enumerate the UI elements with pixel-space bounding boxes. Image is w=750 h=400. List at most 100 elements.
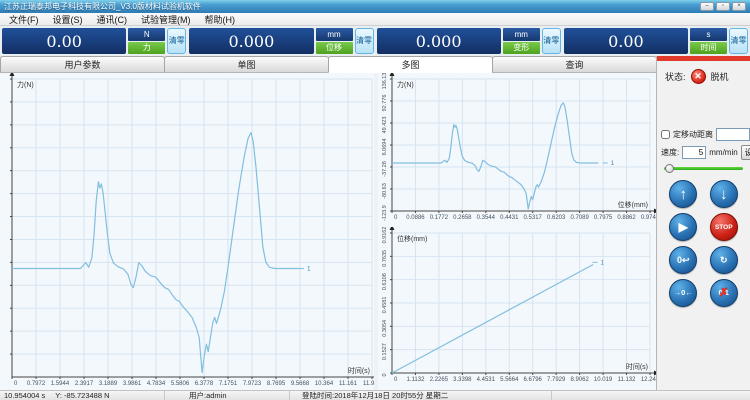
slider-thumb[interactable] bbox=[665, 164, 674, 173]
svg-text:时间(s): 时间(s) bbox=[348, 366, 370, 375]
svg-text:3.1889: 3.1889 bbox=[99, 381, 118, 387]
svg-text:0.7975: 0.7975 bbox=[594, 215, 613, 221]
svg-text:0.4581: 0.4581 bbox=[382, 297, 388, 314]
menu-item-test-manage[interactable]: 试验管理(M) bbox=[134, 13, 198, 26]
svg-text:0.7635: 0.7635 bbox=[382, 250, 388, 267]
svg-text:136.13: 136.13 bbox=[382, 73, 388, 89]
tab-user-params[interactable]: 用户参数 bbox=[0, 56, 165, 73]
force-displacement-chart[interactable]: 00.08860.17720.26580.35440.44310.53170.6… bbox=[378, 73, 656, 227]
displacement-time-chart[interactable]: 01.11322.22653.33984.45315.56646.67967.7… bbox=[378, 227, 656, 390]
jog-down-button[interactable]: ↓ bbox=[710, 180, 738, 208]
clear-displacement-button[interactable]: 清零 bbox=[355, 28, 374, 54]
svg-text:-37.28: -37.28 bbox=[382, 161, 388, 177]
time-value: 0.00 bbox=[564, 28, 688, 54]
displacement-value: 0.000 bbox=[189, 28, 313, 54]
return-zero-icon: 0↩ bbox=[677, 256, 690, 265]
svg-text:位移(mm): 位移(mm) bbox=[397, 234, 427, 243]
svg-text:0.8862: 0.8862 bbox=[617, 215, 636, 221]
window-controls: – ▫ × bbox=[700, 2, 746, 11]
status-label: 状态: bbox=[665, 70, 686, 83]
tab-bar: 用户参数 单图 多图 查询 bbox=[0, 56, 656, 73]
svg-text:位移(mm): 位移(mm) bbox=[618, 200, 648, 209]
maximize-button[interactable]: ▫ bbox=[716, 2, 730, 11]
app-window: 江苏正瑞泰邦电子科技有限公司_V3.0版材料试验机软件 – ▫ × 文件(F) … bbox=[0, 0, 750, 400]
svg-text:力(N): 力(N) bbox=[397, 80, 414, 89]
readout-row: 0.00 N 力 清零 0.000 mm 位移 清零 0.000 mm 变形 清… bbox=[0, 26, 750, 56]
svg-text:4.7834: 4.7834 bbox=[147, 381, 166, 387]
deformation-value: 0.000 bbox=[377, 28, 501, 54]
fixed-distance-checkbox[interactable] bbox=[661, 130, 670, 139]
cycle-icon: ↻ bbox=[720, 256, 728, 265]
stop-button[interactable]: STOP bbox=[710, 213, 738, 241]
statusbar-spacer bbox=[552, 391, 750, 400]
svg-text:1.5944: 1.5944 bbox=[51, 381, 70, 387]
svg-text:10.019: 10.019 bbox=[594, 377, 613, 383]
force-unit: N bbox=[128, 28, 165, 41]
svg-text:11.132: 11.132 bbox=[618, 377, 637, 383]
set-speed-button[interactable]: 设定 bbox=[741, 145, 750, 160]
svg-text:0.1772: 0.1772 bbox=[430, 215, 449, 221]
center-zero-button[interactable]: →0← bbox=[669, 279, 697, 307]
close-button[interactable]: × bbox=[732, 2, 746, 11]
svg-text:3.9861: 3.9861 bbox=[123, 381, 142, 387]
svg-text:7.7929: 7.7929 bbox=[547, 377, 566, 383]
svg-text:5.5806: 5.5806 bbox=[171, 381, 190, 387]
svg-text:0.4431: 0.4431 bbox=[500, 215, 519, 221]
down-arrow-icon: ↓ bbox=[720, 187, 728, 202]
speed-label: 速度: bbox=[661, 147, 679, 158]
return-zero-button[interactable]: 0↩ bbox=[669, 246, 697, 274]
time-readout: 0.00 s 时间 清零 bbox=[564, 28, 748, 54]
speed-input[interactable] bbox=[682, 146, 706, 159]
force-time-chart[interactable]: 00.79721.59442.39173.18893.98614.78345.5… bbox=[0, 73, 374, 390]
login-time: 登陆时间:2018年12月18日 20时55分 星期二 bbox=[290, 391, 552, 400]
menu-bar: 文件(F) 设置(S) 通讯(C) 试验管理(M) 帮助(H) bbox=[0, 13, 750, 26]
displacement-unit: mm bbox=[316, 28, 353, 41]
distance-input[interactable] bbox=[716, 128, 750, 141]
svg-text:0.6108: 0.6108 bbox=[382, 273, 388, 290]
tab-query[interactable]: 查询 bbox=[492, 56, 657, 73]
deformation-readout: 0.000 mm 变形 清零 bbox=[377, 28, 561, 54]
tab-multi-chart[interactable]: 多图 bbox=[328, 56, 493, 73]
deformation-unit: mm bbox=[503, 28, 540, 41]
menu-item-file[interactable]: 文件(F) bbox=[2, 13, 46, 26]
calibration-off-button[interactable]: 0 1✗ bbox=[710, 279, 738, 307]
start-button[interactable]: ▶ bbox=[669, 213, 697, 241]
svg-text:4.4531: 4.4531 bbox=[477, 377, 496, 383]
svg-text:12.245: 12.245 bbox=[641, 377, 656, 383]
svg-text:1: 1 bbox=[307, 266, 311, 273]
svg-text:8.7695: 8.7695 bbox=[267, 381, 286, 387]
jog-up-button[interactable]: ↑ bbox=[669, 180, 697, 208]
force-readout: 0.00 N 力 清零 bbox=[2, 28, 186, 54]
clear-deformation-button[interactable]: 清零 bbox=[542, 28, 561, 54]
force-label: 力 bbox=[128, 42, 165, 55]
svg-text:6.6796: 6.6796 bbox=[524, 377, 543, 383]
control-panel: 状态: ✕ 脱机 定移动距离 mm 速度: mm/min 设定 ↑ ↓ bbox=[656, 56, 750, 390]
chart-area: 00.79721.59442.39173.18893.98614.78345.5… bbox=[0, 73, 656, 390]
force-value: 0.00 bbox=[2, 28, 126, 54]
menu-item-comm[interactable]: 通讯(C) bbox=[90, 13, 135, 26]
clear-time-button[interactable]: 清零 bbox=[729, 28, 748, 54]
minimize-button[interactable]: – bbox=[700, 2, 714, 11]
deformation-label: 变形 bbox=[503, 42, 540, 55]
svg-text:9.5668: 9.5668 bbox=[291, 381, 310, 387]
cycle-button[interactable]: ↻ bbox=[710, 246, 738, 274]
svg-text:92.776: 92.776 bbox=[382, 95, 388, 112]
svg-text:时间(s): 时间(s) bbox=[626, 362, 648, 371]
svg-text:5.5664: 5.5664 bbox=[500, 377, 519, 383]
svg-text:0: 0 bbox=[382, 373, 388, 376]
svg-text:0.7972: 0.7972 bbox=[27, 381, 46, 387]
svg-text:0.0886: 0.0886 bbox=[406, 215, 425, 221]
speed-slider[interactable] bbox=[664, 167, 743, 170]
time-unit: s bbox=[690, 28, 727, 41]
status-bar: 10.954004 s Y: -85.723488 N 用户:admin 登陆时… bbox=[0, 390, 750, 400]
menu-item-help[interactable]: 帮助(H) bbox=[198, 13, 243, 26]
time-label: 时间 bbox=[690, 42, 727, 55]
tab-single-chart[interactable]: 单图 bbox=[164, 56, 329, 73]
menu-item-settings[interactable]: 设置(S) bbox=[46, 13, 90, 26]
svg-text:0.2658: 0.2658 bbox=[453, 215, 472, 221]
clear-force-button[interactable]: 清零 bbox=[167, 28, 186, 54]
svg-text:1: 1 bbox=[611, 160, 615, 167]
svg-text:2.2265: 2.2265 bbox=[430, 377, 449, 383]
current-user: 用户:admin bbox=[165, 391, 290, 400]
svg-text:6.0694: 6.0694 bbox=[382, 139, 388, 156]
